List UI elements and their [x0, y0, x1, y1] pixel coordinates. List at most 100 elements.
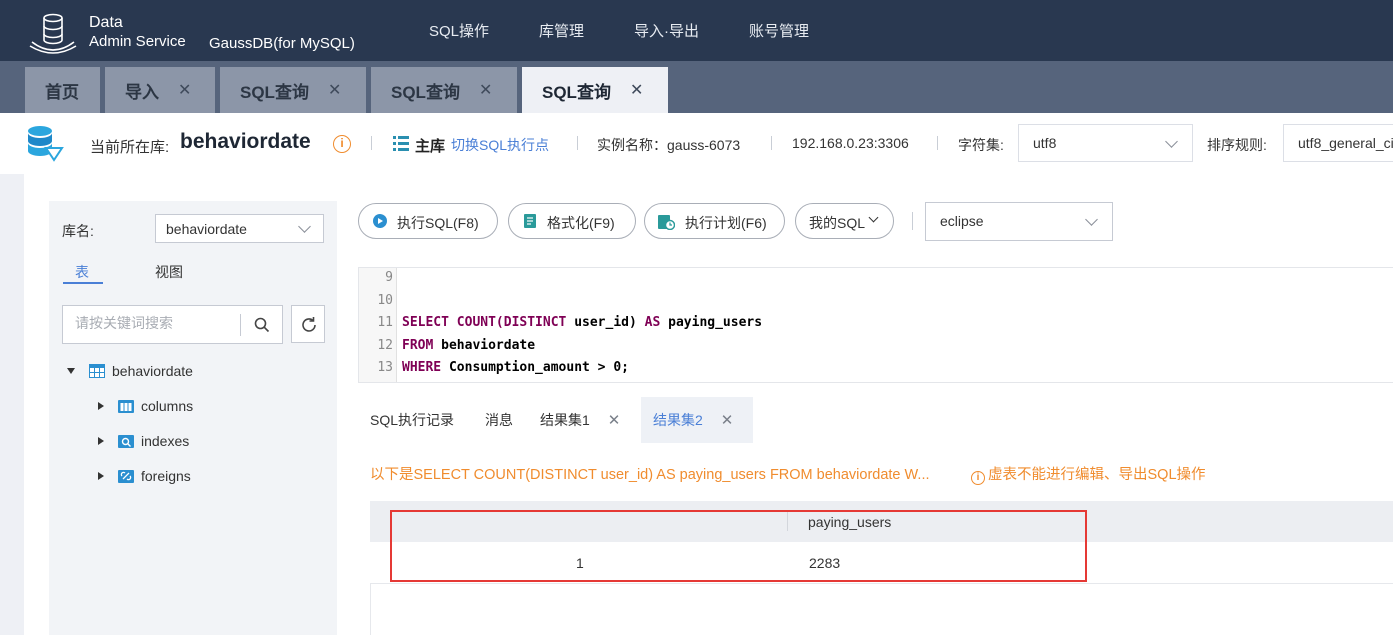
divider	[371, 136, 372, 150]
nav-db-management[interactable]: 库管理	[539, 20, 584, 41]
sql-keyword: WHERE	[402, 360, 442, 375]
caret-right-icon	[98, 472, 104, 480]
charset-value: utf8	[1033, 135, 1057, 151]
column-header-paying-users[interactable]: paying_users	[808, 514, 891, 530]
logo-subtitle: Admin Service	[89, 33, 186, 50]
close-icon[interactable]: ✕	[178, 80, 191, 100]
caret-right-icon	[98, 402, 104, 410]
tab-label: SQL查询	[542, 82, 611, 102]
logo-title: Data	[89, 14, 123, 31]
button-label: 格式化(F9)	[547, 215, 615, 231]
execute-sql-button[interactable]: 执行SQL(F8)	[358, 203, 498, 239]
tab-sql-query-2[interactable]: SQL查询 ✕	[371, 67, 517, 113]
info-icon[interactable]: i	[333, 135, 351, 153]
table-icon	[89, 364, 105, 378]
caret-down-icon	[67, 368, 75, 374]
tab-label: 消息	[485, 412, 513, 428]
sql-editor[interactable]: 9 10 11 12 13 SELECT COUNT(DISTINCT user…	[358, 267, 1393, 383]
table-row[interactable]: 1 2283	[370, 542, 1393, 584]
db-select[interactable]: behaviordate	[155, 214, 324, 243]
close-icon[interactable]: ✕	[608, 411, 621, 429]
tab-label: SQL查询	[240, 82, 309, 102]
code-line: FROM behaviordate	[402, 338, 535, 353]
line-number: 11	[377, 315, 393, 330]
nav-import-export[interactable]: 导入·导出	[634, 20, 699, 41]
button-label: 执行计划(F6)	[685, 215, 767, 231]
format-icon	[524, 214, 536, 228]
search-icon[interactable]	[253, 316, 271, 334]
virtual-table-warning: i 虚表不能进行编辑、导出SQL操作	[971, 463, 1206, 485]
foreigns-icon	[118, 470, 134, 483]
tab-label: 导入	[125, 82, 159, 102]
instance-name: 实例名称：gauss-6073	[597, 137, 741, 153]
line-number: 10	[377, 293, 393, 308]
result-tab-resultset-2[interactable]: 结果集2 ✕	[641, 397, 753, 443]
theme-value: eclipse	[940, 213, 984, 229]
side-tab-views[interactable]: 视图	[155, 262, 183, 282]
nav-account-management[interactable]: 账号管理	[749, 20, 809, 41]
sql-number: 0	[613, 360, 622, 375]
format-button[interactable]: 格式化(F9)	[508, 203, 636, 239]
tree-node-foreigns[interactable]: foreigns	[98, 465, 191, 487]
execution-plan-button[interactable]: 执行计划(F6)	[644, 203, 785, 239]
tab-label: 首页	[45, 82, 79, 102]
db-select-value: behaviordate	[166, 221, 247, 237]
refresh-icon	[302, 317, 316, 332]
close-icon[interactable]: ✕	[721, 411, 734, 429]
tab-label: 结果集1	[540, 412, 590, 428]
result-tab-resultset-1[interactable]: 结果集1 ✕	[540, 397, 620, 443]
close-icon[interactable]: ✕	[630, 80, 643, 100]
tree-node-label: behaviordate	[112, 363, 193, 379]
line-number: 9	[385, 270, 393, 285]
my-sql-dropdown[interactable]: 我的SQL	[795, 203, 894, 239]
info-icon: i	[971, 471, 985, 485]
editor-theme-select[interactable]: eclipse	[925, 202, 1113, 241]
tree-node-label: indexes	[141, 433, 190, 449]
result-tab-history[interactable]: SQL执行记录	[370, 397, 454, 443]
table-search-input[interactable]	[75, 315, 235, 331]
sql-text: paying_users	[660, 315, 763, 330]
refresh-button[interactable]	[291, 305, 325, 343]
switch-execution-point-link[interactable]: 切换SQL执行点	[451, 135, 549, 155]
chevron-down-icon	[1165, 135, 1178, 148]
column-divider	[787, 511, 788, 531]
active-tab-indicator	[63, 282, 103, 284]
collation-select[interactable]: utf8_general_ci	[1283, 124, 1393, 162]
tree-node-columns[interactable]: columns	[98, 395, 193, 417]
tab-sql-query-3[interactable]: SQL查询 ✕	[522, 67, 668, 113]
tab-home[interactable]: 首页	[25, 67, 100, 113]
sidebar: 库名: behaviordate 表 视图 behaviordate	[49, 201, 337, 635]
result-tab-messages[interactable]: 消息	[485, 397, 513, 443]
tab-sql-query-1[interactable]: SQL查询 ✕	[220, 67, 366, 113]
tree-node-label: columns	[141, 398, 194, 414]
button-label: 我的SQL	[809, 215, 866, 231]
database-logo-icon	[29, 13, 77, 54]
nav-sql-operation[interactable]: SQL操作	[429, 20, 489, 41]
line-number: 12	[377, 338, 393, 353]
button-label: 执行SQL(F8)	[397, 215, 479, 231]
close-icon[interactable]: ✕	[328, 80, 341, 100]
charset-select[interactable]: utf8	[1018, 124, 1193, 162]
columns-icon	[118, 400, 134, 413]
caret-right-icon	[98, 437, 104, 445]
db-label: 库名:	[62, 223, 94, 239]
paying-users-cell[interactable]: 2283	[809, 555, 840, 571]
divider	[771, 136, 772, 150]
info-bar: 当前所在库: behaviordate i 主库 切换SQL执行点 实例名称：g…	[0, 113, 1393, 174]
divider	[240, 314, 241, 336]
sql-text: behaviordate	[433, 338, 536, 353]
tree-node-behaviordate[interactable]: behaviordate	[67, 360, 193, 382]
side-tab-tables[interactable]: 表	[75, 262, 89, 282]
sql-keyword: AS	[644, 315, 661, 330]
current-db-name: behaviordate	[180, 130, 311, 153]
close-icon[interactable]: ✕	[479, 80, 492, 100]
tab-bar: 首页 导入 ✕ SQL查询 ✕ SQL查询 ✕ SQL查询 ✕	[0, 61, 1393, 113]
tab-label: 结果集2	[653, 412, 703, 428]
master-label: 主库	[415, 138, 446, 155]
tab-import[interactable]: 导入 ✕	[105, 67, 215, 113]
grid-border	[370, 584, 371, 635]
tree-node-indexes[interactable]: indexes	[98, 430, 189, 452]
database-icon	[28, 126, 64, 162]
db-engine-label: GaussDB(for MySQL)	[209, 35, 355, 52]
master-list-icon	[393, 136, 409, 151]
